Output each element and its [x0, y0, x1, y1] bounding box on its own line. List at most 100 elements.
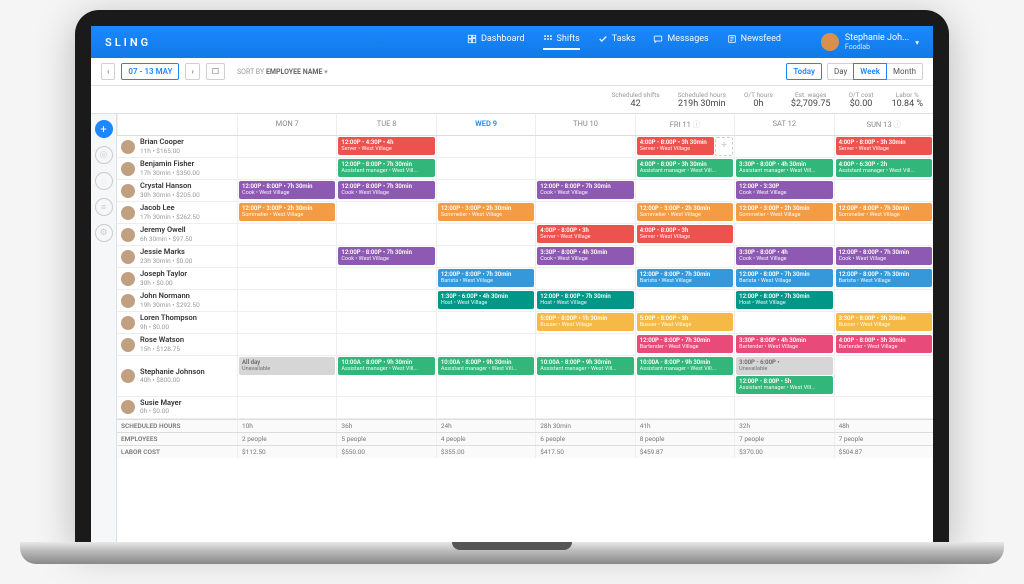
shift-cell[interactable] — [635, 290, 734, 311]
shift-chip[interactable]: 4:00P - 6:30P • 2hAssistant manager • We… — [836, 159, 932, 177]
shift-cell[interactable]: 12:00P - 8:00P • 7h 30minBarista • West … — [436, 268, 535, 289]
shift-cell[interactable] — [436, 180, 535, 201]
shift-chip[interactable]: 3:30P - 8:00P • 3h 30minBusser • West Vi… — [836, 313, 932, 331]
shift-cell[interactable] — [734, 397, 833, 418]
nav-messages[interactable]: Messages — [653, 34, 708, 50]
day-header[interactable]: MON 7 — [237, 114, 336, 135]
shift-cell[interactable]: 3:30P - 8:00P • 4h 30minBartender • West… — [734, 334, 833, 355]
employee-cell[interactable]: Benjamin Fisher17h 30min • $350.00 — [117, 158, 237, 179]
shift-chip[interactable]: 10:00A - 8:00P • 9h 30minAssistant manag… — [438, 357, 534, 375]
shift-chip[interactable]: All dayUnavailable — [239, 357, 335, 375]
shift-cell[interactable]: 4:00P - 8:00P • 3h 30minServer • West Vi… — [834, 136, 933, 157]
month-view-button[interactable]: Month — [886, 63, 923, 80]
day-header[interactable]: TUE 8 — [336, 114, 435, 135]
shift-chip[interactable]: 10:00A - 8:00P • 9h 30minAssistant manag… — [537, 357, 633, 375]
day-header[interactable]: SAT 12 — [734, 114, 833, 135]
shift-cell[interactable]: 12:00P - 3:00P • 2h 30minSommelier • Wes… — [734, 202, 833, 223]
shift-chip[interactable]: 4:00P - 8:00P • 3h 30minAssistant manage… — [637, 159, 733, 177]
shift-cell[interactable]: 12:00P - 8:00P • 7h 30minCook • West Vil… — [237, 180, 336, 201]
shift-cell[interactable]: 3:00P - 6:00P •Unavailable12:00P - 8:00P… — [734, 356, 833, 396]
shift-cell[interactable]: 10:00A - 8:00P • 9h 30minAssistant manag… — [436, 356, 535, 396]
shift-cell[interactable]: 10:00A - 8:00P • 9h 30minAssistant manag… — [336, 356, 435, 396]
employee-cell[interactable]: Joseph Taylor30h • $0.00 — [117, 268, 237, 289]
shift-chip[interactable]: 12:00P - 8:00P • 7h 30minHost • West Vil… — [537, 291, 633, 309]
shift-cell[interactable] — [336, 202, 435, 223]
user-menu[interactable]: Stephanie Joh... Foodlab ▾ — [821, 33, 919, 51]
shift-cell[interactable] — [237, 290, 336, 311]
shift-cell[interactable] — [336, 312, 435, 333]
add-shift-button[interactable]: + — [95, 120, 113, 138]
shift-cell[interactable]: 4:00P - 8:00P • 3h 30minServer • West Vi… — [635, 136, 734, 157]
shift-cell[interactable] — [436, 246, 535, 267]
shift-cell[interactable]: 12:00P - 8:00P • 7h 30minCook • West Vil… — [336, 246, 435, 267]
shift-chip[interactable]: 3:30P - 8:00P • 4hCook • West Village — [736, 247, 832, 265]
shift-cell[interactable]: 12:00P - 3:00P • 2h 30minSommelier • Wes… — [436, 202, 535, 223]
shift-chip[interactable]: 12:00P - 3:00P • 2h 30minSommelier • Wes… — [736, 203, 832, 221]
shift-chip[interactable]: 12:00P - 3:00P • 2h 30minSommelier • Wes… — [239, 203, 335, 221]
shift-cell[interactable]: 5:00P - 8:00P • 1h 30minBusser • West Vi… — [535, 312, 634, 333]
shift-chip[interactable]: 12:00P - 8:00P • 7h 30minBarista • West … — [836, 269, 932, 287]
shift-cell[interactable] — [635, 246, 734, 267]
nav-tasks[interactable]: Tasks — [598, 34, 636, 50]
shift-cell[interactable]: 12:00P - 8:00P • 7h 30minBarista • West … — [635, 268, 734, 289]
shift-chip[interactable]: 4:00P - 8:00P • 3h 30minBartender • West… — [836, 335, 932, 353]
date-range-button[interactable]: 07 - 13 MAY — [121, 63, 179, 80]
day-header[interactable]: WED 9 — [436, 114, 535, 135]
shift-cell[interactable] — [834, 397, 933, 418]
employee-cell[interactable]: Susie Mayer0h • $0.00 — [117, 397, 237, 418]
shift-cell[interactable] — [237, 312, 336, 333]
shift-chip[interactable]: 12:00P - 8:00P • 7h 30minSommelier • Wes… — [836, 203, 932, 221]
shift-cell[interactable] — [436, 158, 535, 179]
shift-cell[interactable] — [237, 397, 336, 418]
shift-chip[interactable]: 12:00P - 8:00P • 7h 30minCook • West Vil… — [338, 247, 434, 265]
shift-cell[interactable] — [635, 397, 734, 418]
shift-cell[interactable]: 4:00P - 8:00P • 3h 30minBartender • West… — [834, 334, 933, 355]
shift-cell[interactable]: 3:30P - 8:00P • 4hCook • West Village — [734, 246, 833, 267]
shift-cell[interactable]: 12:00P - 8:00P • 7h 30minBartender • Wes… — [635, 334, 734, 355]
shift-cell[interactable]: 12:00P - 3:00P • 2h 30minSommelier • Wes… — [635, 202, 734, 223]
shift-cell[interactable] — [237, 268, 336, 289]
day-header[interactable]: FRI 11 ⓘ — [635, 114, 734, 135]
rail-list-button[interactable]: ≡ — [95, 198, 113, 216]
shift-cell[interactable] — [635, 180, 734, 201]
shift-cell[interactable] — [535, 158, 634, 179]
shift-cell[interactable] — [237, 136, 336, 157]
shift-chip[interactable]: 10:00A - 8:00P • 9h 30minAssistant manag… — [338, 357, 434, 375]
shift-cell[interactable]: 12:00P - 8:00P • 7h 30minCook • West Vil… — [535, 180, 634, 201]
shift-chip[interactable]: 4:00P - 8:00P • 3h 30minServer • West Vi… — [836, 137, 932, 155]
rail-user-button[interactable]: ◌ — [95, 172, 113, 190]
shift-chip[interactable]: 3:00P - 6:00P •Unavailable — [736, 357, 832, 375]
employee-cell[interactable]: John Normann19h 30min • $292.50 — [117, 290, 237, 311]
employee-cell[interactable]: Brian Cooper11h • $165.00 — [117, 136, 237, 157]
shift-cell[interactable]: 4:00P - 8:00P • 3hServer • West Village — [635, 224, 734, 245]
shift-chip[interactable]: 12:00P - 8:00P • 7h 30minAssistant manag… — [338, 159, 434, 177]
shift-chip[interactable]: 4:00P - 8:00P • 3h 30minServer • West Vi… — [637, 137, 714, 155]
employee-cell[interactable]: Rose Watson15h • $128.75 — [117, 334, 237, 355]
day-view-button[interactable]: Day — [827, 63, 854, 80]
shift-cell[interactable]: 12:00P - 8:00P • 7h 30minAssistant manag… — [336, 158, 435, 179]
shift-cell[interactable] — [535, 268, 634, 289]
shift-chip[interactable]: 12:00P - 8:00P • 7h 30minCook • West Vil… — [338, 181, 434, 199]
shift-cell[interactable]: 10:00A - 8:00P • 9h 30minAssistant manag… — [535, 356, 634, 396]
shift-cell[interactable]: 12:00P - 8:00P • 7h 30minCook • West Vil… — [834, 246, 933, 267]
nav-newsfeed[interactable]: Newsfeed — [727, 34, 781, 50]
rail-location-button[interactable]: ◎ — [95, 146, 113, 164]
shift-cell[interactable] — [535, 136, 634, 157]
shift-cell[interactable]: 4:00P - 6:30P • 2hAssistant manager • We… — [834, 158, 933, 179]
calendar-button[interactable]: ☐ — [206, 63, 225, 80]
next-week-button[interactable]: › — [185, 63, 199, 80]
shift-cell[interactable] — [336, 397, 435, 418]
shift-cell[interactable] — [834, 180, 933, 201]
shift-chip[interactable]: 3:30P - 8:00P • 4h 30minAssistant manage… — [736, 159, 832, 177]
shift-cell[interactable]: All dayUnavailable — [237, 356, 336, 396]
employee-cell[interactable]: Jeremy Owell6h 30min • $97.50 — [117, 224, 237, 245]
employee-cell[interactable]: Crystal Hanson30h 30min • $205.00 — [117, 180, 237, 201]
shift-cell[interactable]: 1:30P - 6:00P • 4h 30minHost • West Vill… — [436, 290, 535, 311]
shift-cell[interactable]: 12:00P - 3:00P • 2h 30minSommelier • Wes… — [237, 202, 336, 223]
shift-chip[interactable]: 5:00P - 8:00P • 1h 30minBusser • West Vi… — [537, 313, 633, 331]
shift-chip[interactable]: 12:00P - 8:00P • 5hAssistant manager • W… — [736, 376, 832, 394]
add-shift-inline-button[interactable]: + — [715, 137, 733, 156]
shift-cell[interactable] — [834, 224, 933, 245]
shift-chip[interactable]: 12:00P - 3:30PCook • West Village — [736, 181, 832, 199]
employee-cell[interactable]: Jessie Marks23h 30min • $0.00 — [117, 246, 237, 267]
